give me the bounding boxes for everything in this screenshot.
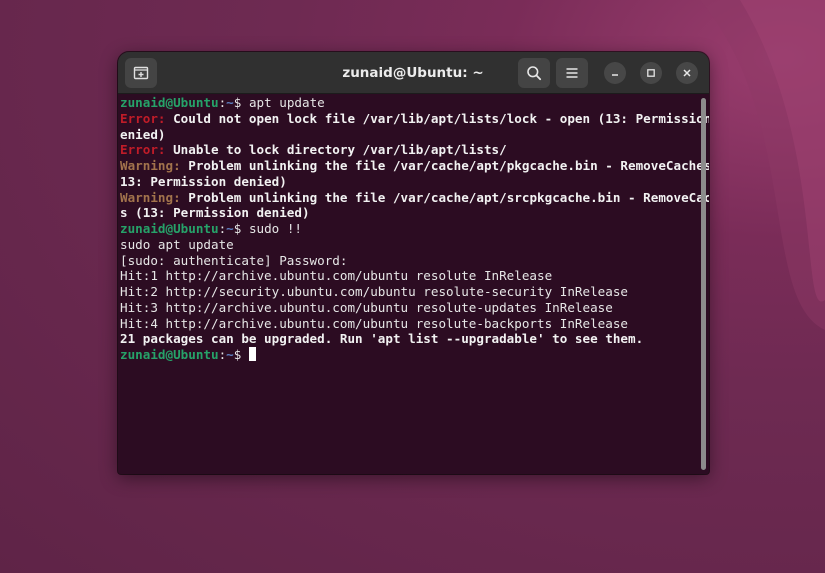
scrollbar[interactable] (701, 98, 706, 470)
warning-label: Warning: (120, 158, 181, 173)
window-title: zunaid@Ubuntu: ~ (342, 65, 484, 81)
title-bar[interactable]: zunaid@Ubuntu: ~ (118, 52, 709, 94)
prompt-symbol: $ (233, 347, 249, 362)
terminal-line: Hit:1 http://archive.ubuntu.com/ubuntu r… (120, 268, 553, 284)
prompt-symbol: $ (233, 95, 249, 110)
warning-text-continued: s (13: Permission denied) (120, 205, 310, 221)
prompt-path: ~ (226, 221, 234, 236)
terminal-output[interactable]: zunaid@Ubuntu:~$ apt update Error: Could… (120, 95, 709, 471)
prompt-user: zunaid@Ubuntu (120, 221, 219, 236)
close-icon (683, 69, 691, 77)
warning-text: Problem unlinking the file /var/cache/ap… (180, 158, 709, 173)
warning-label: Warning: (120, 189, 181, 205)
minimize-button[interactable] (604, 62, 626, 84)
close-button[interactable] (676, 62, 698, 84)
minimize-icon (612, 74, 618, 76)
terminal-line: Hit:2 http://security.ubuntu.com/ubuntu … (120, 284, 628, 299)
prompt-path: ~ (226, 95, 234, 110)
terminal-line: Warning: Problem unlinking the file /var… (120, 158, 709, 174)
terminal-window[interactable]: zunaid@Ubuntu: ~ zunaid@Ubuntu:~$ apt up… (118, 52, 709, 474)
prompt-user: zunaid@Ubuntu (120, 95, 219, 110)
terminal-line: sudo apt update (120, 236, 234, 252)
terminal-line: [sudo: authenticate] Password: (120, 252, 348, 268)
terminal-line: Error: Could not open lock file /var/lib… (120, 110, 709, 127)
error-text: Could not open lock file /var/lib/apt/li… (165, 110, 709, 126)
terminal-line: 21 packages can be upgraded. Run 'apt li… (120, 331, 644, 347)
error-text-continued: enied) (120, 126, 166, 142)
command-text: apt update (248, 95, 325, 110)
terminal-line: Error: Unable to lock directory /var/lib… (120, 142, 698, 158)
prompt-path: ~ (226, 347, 234, 362)
terminal-line: Hit:4 http://archive.ubuntu.com/ubuntu r… (120, 315, 628, 331)
terminal-line: Hit:3 http://archive.ubuntu.com/ubuntu r… (120, 299, 613, 315)
prompt-symbol: $ (233, 221, 249, 236)
prompt-user: zunaid@Ubuntu (120, 347, 219, 362)
warning-text: Problem unlinking the file /var/cache/ap… (180, 189, 709, 205)
maximize-icon (647, 69, 655, 77)
terminal-line: enied) (120, 127, 698, 143)
new-tab-icon (133, 66, 149, 80)
terminal-line: 13: Permission denied) (120, 174, 698, 190)
new-tab-button[interactable] (125, 58, 157, 88)
maximize-button[interactable] (640, 62, 662, 84)
command-text: sudo !! (248, 221, 303, 236)
menu-button[interactable] (556, 58, 588, 88)
text-cursor (248, 347, 256, 361)
error-text: Unable to lock directory /var/lib/apt/li… (165, 142, 507, 158)
terminal-line: Warning: Problem unlinking the file /var… (120, 189, 709, 206)
warning-text-continued: 13: Permission denied) (120, 173, 287, 189)
terminal-line: zunaid@Ubuntu:~$ sudo !! (120, 221, 698, 237)
terminal-line: zunaid@Ubuntu:~$ (120, 347, 698, 363)
terminal-line: s (13: Permission denied) (120, 205, 698, 221)
search-icon (527, 66, 542, 81)
hamburger-menu-icon (566, 68, 578, 78)
search-button[interactable] (518, 58, 550, 88)
terminal-line: zunaid@Ubuntu:~$ apt update (120, 95, 698, 111)
error-label: Error: (120, 142, 166, 158)
error-label: Error: (120, 110, 166, 126)
